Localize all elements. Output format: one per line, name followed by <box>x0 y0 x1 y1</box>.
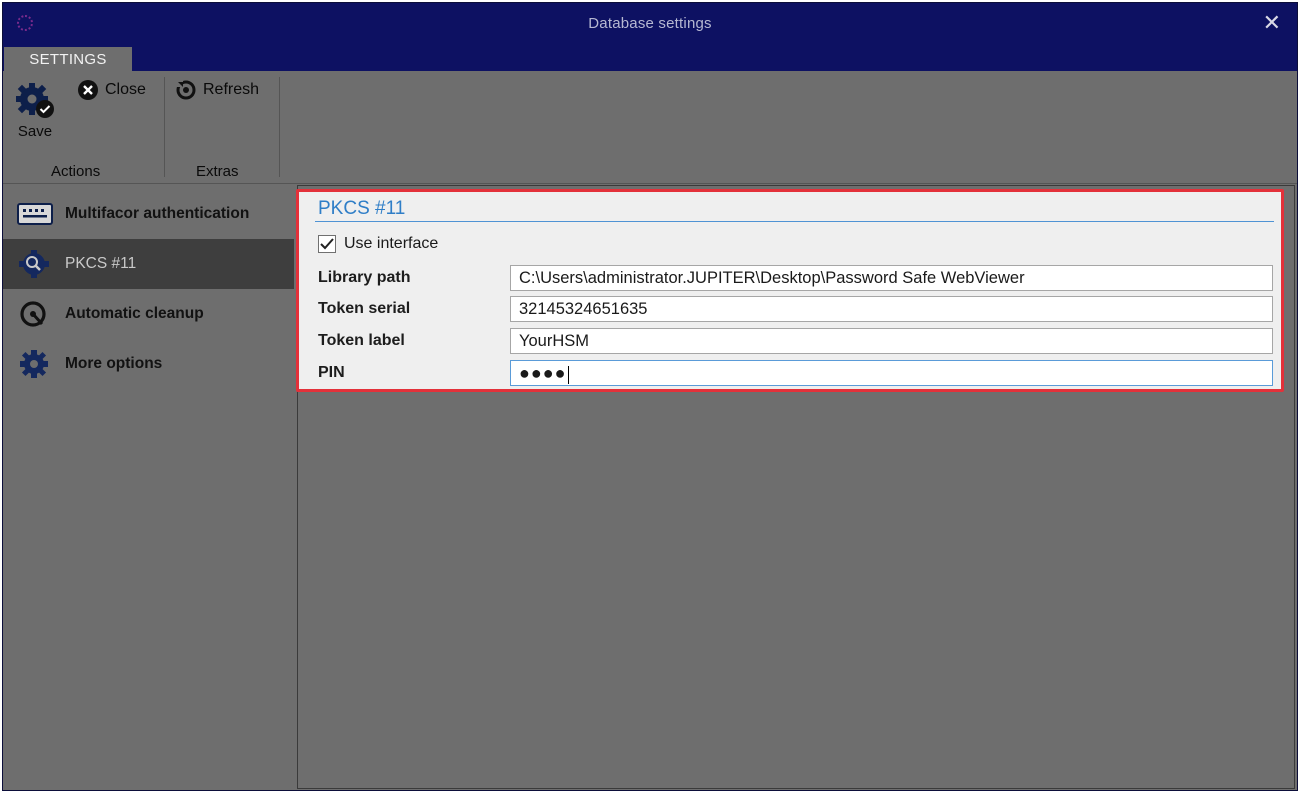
token-serial-label: Token serial <box>318 300 411 317</box>
sidebar-item-label: More options <box>65 355 163 372</box>
refresh-icon <box>176 80 196 100</box>
group-label-actions: Actions <box>51 163 101 180</box>
library-path-label: Library path <box>318 269 411 286</box>
refresh-label: Refresh <box>203 81 260 98</box>
gear-icon <box>17 349 55 379</box>
refresh-button[interactable]: Refresh <box>175 79 259 101</box>
title-bar: Database settings ✕ <box>3 3 1297 71</box>
panel-title: PKCS #11 <box>318 198 406 219</box>
tab-settings[interactable]: SETTINGS <box>4 47 132 73</box>
window-close-icon[interactable]: ✕ <box>1263 10 1281 36</box>
sidebar: Multifacor authentication PKCS #11 Autom… <box>3 185 294 790</box>
save-label: Save <box>17 123 53 140</box>
token-label-label: Token label <box>318 332 405 349</box>
group-label-extras: Extras <box>196 163 239 180</box>
token-label-input[interactable]: YourHSM <box>510 328 1273 354</box>
pin-value: ●●●● <box>519 363 567 383</box>
close-button[interactable]: Close <box>77 79 146 101</box>
keypad-icon <box>17 199 55 229</box>
checkbox-box[interactable] <box>318 235 336 253</box>
sidebar-item-label: PKCS #11 <box>65 255 137 272</box>
close-circle-icon <box>78 80 98 100</box>
sidebar-item-pkcs11[interactable]: PKCS #11 <box>3 239 294 289</box>
checkmark-icon <box>320 238 334 250</box>
settings-window: Database settings ✕ SETTINGS Save Close … <box>2 2 1298 791</box>
text-caret <box>567 365 569 384</box>
library-path-input[interactable]: C:\Users\administrator.JUPITER\Desktop\P… <box>510 265 1273 291</box>
pin-label: PIN <box>318 364 345 381</box>
save-gear-icon <box>12 81 58 121</box>
sidebar-item-label: Multifacor authentication <box>65 205 250 222</box>
window-title: Database settings <box>588 15 712 32</box>
close-label: Close <box>105 81 146 98</box>
ribbon-separator <box>164 77 165 177</box>
sidebar-item-automatic-cleanup[interactable]: Automatic cleanup <box>3 289 294 339</box>
save-button[interactable]: Save <box>9 81 61 141</box>
cleanup-icon <box>17 299 55 329</box>
ribbon-toolbar: Save Close Refresh Actions Extras <box>3 71 1297 184</box>
pin-input[interactable]: ●●●● <box>510 360 1273 386</box>
gear-search-icon <box>17 249 55 279</box>
token-serial-input[interactable]: 32145324651635 <box>510 296 1273 322</box>
ribbon-separator <box>279 77 280 177</box>
panel-divider <box>315 221 1274 222</box>
pkcs11-settings-panel: PKCS #11 Use interface Library path C:\U… <box>296 189 1284 392</box>
use-interface-label: Use interface <box>344 235 439 252</box>
use-interface-checkbox[interactable]: Use interface <box>318 235 438 253</box>
sidebar-item-more-options[interactable]: More options <box>3 339 294 389</box>
sidebar-item-label: Automatic cleanup <box>65 305 204 322</box>
sidebar-item-multifactor[interactable]: Multifacor authentication <box>3 189 294 239</box>
